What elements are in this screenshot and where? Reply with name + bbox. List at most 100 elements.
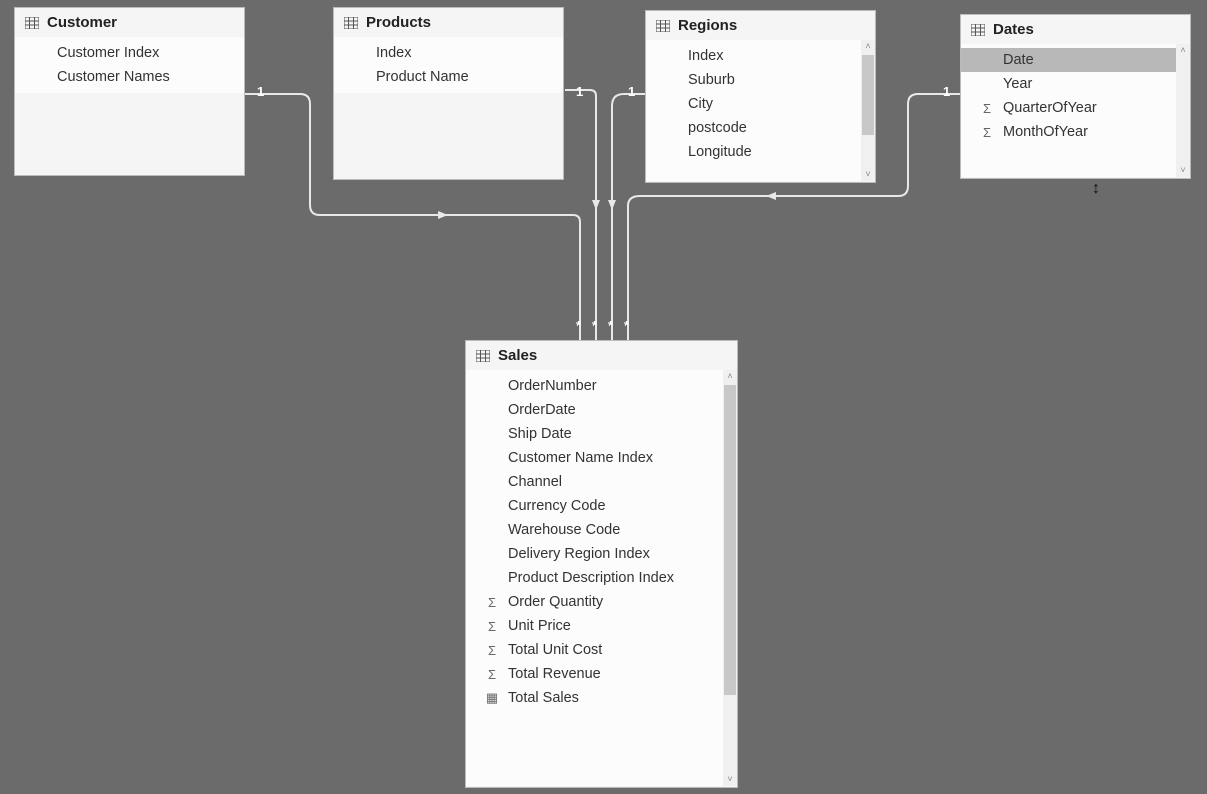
scroll-thumb[interactable] — [724, 385, 736, 695]
model-canvas[interactable]: 1 1 1 1 * * * * Customer Customer Index … — [0, 0, 1207, 794]
table-icon — [344, 17, 358, 29]
field-row[interactable]: ΣUnit Price — [466, 614, 737, 638]
field-label: Year — [1003, 76, 1180, 92]
table-header[interactable]: Customer — [15, 8, 244, 37]
table-customer[interactable]: Customer Customer Index Customer Names — [14, 7, 245, 176]
scrollbar[interactable]: ˄ ˅ — [723, 370, 737, 786]
field-row[interactable]: Product Description Index — [466, 566, 737, 590]
field-label: Unit Price — [508, 618, 727, 634]
table-title: Products — [366, 14, 431, 31]
table-header[interactable]: Dates — [961, 15, 1190, 44]
cardinality-label: 1 — [943, 84, 950, 99]
field-row[interactable]: Index — [334, 41, 563, 65]
scrollbar[interactable]: ˄ ˅ — [1176, 44, 1190, 177]
field-label: City — [688, 96, 865, 112]
field-row[interactable]: Σ MonthOfYear — [961, 120, 1190, 144]
field-label: Product Name — [376, 69, 553, 85]
field-row[interactable]: postcode — [646, 116, 875, 140]
field-row[interactable]: Product Name — [334, 65, 563, 89]
field-label: Index — [688, 48, 865, 64]
field-row[interactable]: OrderNumber — [466, 374, 737, 398]
table-body: Date Year Σ QuarterOfYear Σ MonthOfYear ˄ … — [961, 44, 1190, 177]
field-label: Order Quantity — [508, 594, 727, 610]
scroll-down-icon[interactable]: ˅ — [1180, 164, 1185, 177]
scroll-down-icon[interactable]: ˅ — [865, 168, 870, 181]
sigma-icon: Σ — [979, 125, 995, 140]
table-body: Index Suburb City postcode Longitude ˄ ˅ — [646, 40, 875, 181]
field-row[interactable]: Delivery Region Index — [466, 542, 737, 566]
scroll-up-icon[interactable]: ˄ — [1180, 44, 1185, 57]
scroll-thumb[interactable] — [862, 55, 874, 135]
field-row[interactable]: Customer Index — [15, 41, 244, 65]
cardinality-label: 1 — [628, 84, 635, 99]
table-icon — [971, 24, 985, 36]
field-row[interactable]: Warehouse Code — [466, 518, 737, 542]
field-label: QuarterOfYear — [1003, 100, 1180, 116]
field-row[interactable]: Date — [961, 48, 1190, 72]
field-row[interactable]: Customer Names — [15, 65, 244, 89]
sigma-icon: Σ — [484, 595, 500, 610]
field-row[interactable]: Currency Code — [466, 494, 737, 518]
field-row[interactable]: Ship Date — [466, 422, 737, 446]
field-label: Customer Name Index — [508, 450, 727, 466]
cardinality-star: * — [592, 318, 597, 333]
cardinality-star: * — [624, 318, 629, 333]
field-row[interactable]: ▦Total Sales — [466, 686, 737, 710]
field-label: Longitude — [688, 144, 865, 160]
table-title: Customer — [47, 14, 117, 31]
field-label: OrderNumber — [508, 378, 727, 394]
field-label: postcode — [688, 120, 865, 136]
table-icon — [25, 17, 39, 29]
table-title: Sales — [498, 347, 537, 364]
table-icon — [656, 20, 670, 32]
field-label: MonthOfYear — [1003, 124, 1180, 140]
table-dates[interactable]: Dates Date Year Σ QuarterOfYear Σ MonthOfY… — [960, 14, 1191, 179]
field-row[interactable]: OrderDate — [466, 398, 737, 422]
field-row[interactable]: Σ Total Revenue — [466, 662, 737, 686]
table-sales[interactable]: Sales OrderNumber OrderDate Ship Date Cu… — [465, 340, 738, 788]
field-row[interactable]: Index — [646, 44, 875, 68]
field-label: Delivery Region Index — [508, 546, 727, 562]
table-header[interactable]: Products — [334, 8, 563, 37]
field-label: Currency Code — [508, 498, 727, 514]
table-icon — [476, 350, 490, 362]
table-header[interactable]: Regions — [646, 11, 875, 40]
field-row[interactable]: Longitude — [646, 140, 875, 164]
field-label: Customer Names — [57, 69, 234, 85]
field-row[interactable]: Year — [961, 72, 1190, 96]
sigma-icon: Σ — [484, 643, 500, 658]
scroll-up-icon[interactable]: ˄ — [727, 370, 732, 383]
scrollbar[interactable]: ˄ ˅ — [861, 40, 875, 181]
field-row[interactable]: City — [646, 92, 875, 116]
field-row[interactable]: Suburb — [646, 68, 875, 92]
table-header[interactable]: Sales — [466, 341, 737, 370]
scroll-down-icon[interactable]: ˅ — [727, 773, 732, 786]
field-label: Customer Index — [57, 45, 234, 61]
field-label: Product Description Index — [508, 570, 727, 586]
sigma-icon: Σ — [484, 667, 500, 682]
field-label: Suburb — [688, 72, 865, 88]
field-row[interactable]: Σ Total Unit Cost — [466, 638, 737, 662]
table-body: OrderNumber OrderDate Ship Date Customer… — [466, 370, 737, 786]
field-label: Date — [1003, 52, 1180, 68]
cardinality-star: * — [608, 318, 613, 333]
table-title: Regions — [678, 17, 737, 34]
scroll-up-icon[interactable]: ˄ — [865, 40, 870, 53]
field-row[interactable]: Σ QuarterOfYear — [961, 96, 1190, 120]
field-label: OrderDate — [508, 402, 727, 418]
field-label: Total Sales — [508, 690, 727, 706]
cardinality-label: 1 — [257, 84, 264, 99]
sigma-icon: Σ — [979, 101, 995, 116]
field-row[interactable]: Σ Order Quantity — [466, 590, 737, 614]
table-title: Dates — [993, 21, 1034, 38]
cardinality-label: 1 — [576, 84, 583, 99]
field-row[interactable]: Channel — [466, 470, 737, 494]
field-label: Index — [376, 45, 553, 61]
field-row[interactable]: Customer Name Index — [466, 446, 737, 470]
field-label: Total Unit Cost — [508, 642, 727, 658]
cardinality-star: * — [576, 318, 581, 333]
table-products[interactable]: Products Index Product Name — [333, 7, 564, 180]
field-label: Total Revenue — [508, 666, 727, 682]
table-regions[interactable]: Regions Index Suburb City postcode Longi… — [645, 10, 876, 183]
table-body: Customer Index Customer Names — [15, 37, 244, 93]
